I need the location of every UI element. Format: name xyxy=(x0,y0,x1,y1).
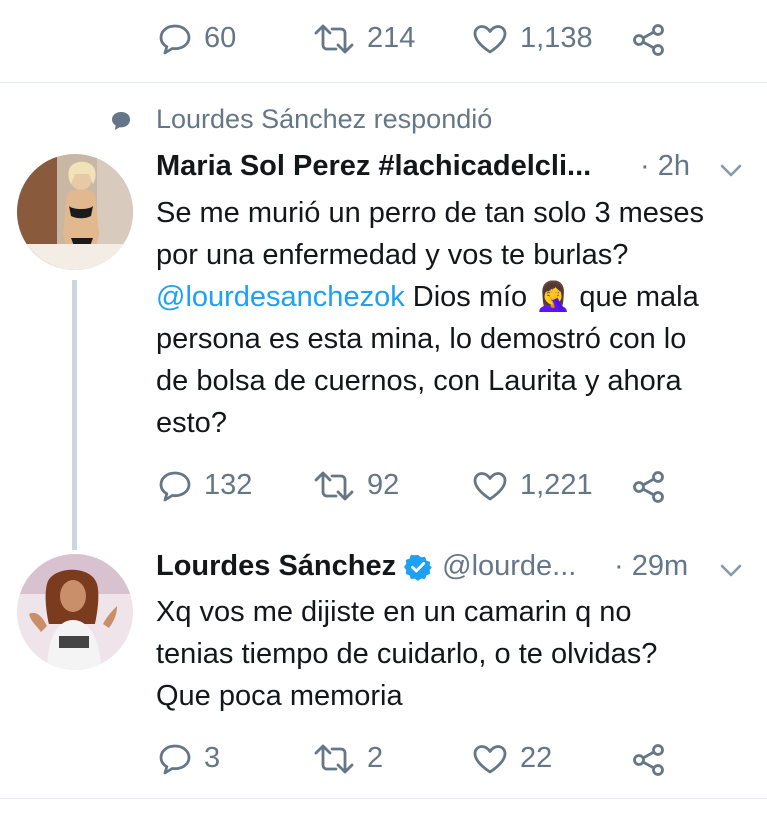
tweet-text: Se me murió un perro de tan solo 3 meses… xyxy=(156,192,716,444)
avatar[interactable] xyxy=(17,154,133,270)
like-count: 1,138 xyxy=(520,22,593,54)
share-icon xyxy=(633,744,664,776)
retweet-count: 2 xyxy=(367,742,384,774)
avatar[interactable] xyxy=(17,554,133,670)
reply-button[interactable]: 132 xyxy=(158,469,252,502)
share-icon xyxy=(633,471,664,503)
heart-icon xyxy=(473,471,507,500)
reply-icon xyxy=(159,24,191,54)
share-button[interactable] xyxy=(632,744,666,776)
author-name[interactable]: Maria Sol Perez #lachicadelcli... xyxy=(156,150,591,183)
like-button[interactable]: 22 xyxy=(472,742,552,775)
tweet-divider xyxy=(0,82,767,83)
reply-button[interactable]: 60 xyxy=(158,22,236,55)
tweet-time[interactable]: · 2h xyxy=(640,150,690,183)
retweet-icon xyxy=(314,24,354,53)
reply-count: 132 xyxy=(204,469,253,501)
chevron-down-icon[interactable] xyxy=(720,164,742,178)
retweet-icon xyxy=(314,744,354,773)
like-button[interactable]: 1,138 xyxy=(472,22,593,55)
chevron-down-icon[interactable] xyxy=(720,564,742,578)
like-button[interactable]: 1,221 xyxy=(472,469,593,502)
reply-count: 60 xyxy=(204,22,237,54)
reply-button[interactable]: 3 xyxy=(158,742,220,775)
share-icon xyxy=(633,24,664,56)
retweet-count: 214 xyxy=(367,22,416,54)
reply-icon xyxy=(159,471,191,501)
heart-icon xyxy=(473,744,507,773)
author-name[interactable]: Lourdes Sánchez xyxy=(156,550,396,583)
retweet-button[interactable]: 214 xyxy=(313,22,415,55)
social-context: Lourdes Sánchez respondió xyxy=(156,104,493,134)
heart-icon xyxy=(473,24,507,53)
avatar-image xyxy=(17,554,133,670)
thread-line xyxy=(72,280,77,550)
retweet-count: 92 xyxy=(367,469,400,501)
share-button[interactable] xyxy=(632,471,666,503)
like-count: 1,221 xyxy=(520,469,593,501)
tweet-header: Lourdes Sánchez @lourde... xyxy=(156,550,576,583)
share-button[interactable] xyxy=(632,24,666,56)
tweet-time[interactable]: · 29m xyxy=(614,550,688,583)
avatar-image xyxy=(17,154,133,270)
mention-link[interactable]: @lourdesanchezok xyxy=(156,281,405,313)
retweet-icon xyxy=(314,471,354,500)
verified-badge-icon xyxy=(404,554,433,581)
retweet-button[interactable]: 92 xyxy=(313,469,399,502)
author-handle[interactable]: @lourde... xyxy=(442,550,576,583)
tweet-text-part: Se me murió un perro de tan solo 3 meses… xyxy=(156,197,705,271)
speech-bubble-icon xyxy=(112,112,130,130)
like-count: 22 xyxy=(520,742,553,774)
tweet-text: Xq vos me dijiste en un camarin q no ten… xyxy=(156,596,658,712)
tweet-divider xyxy=(0,798,767,799)
reply-count: 3 xyxy=(204,742,221,774)
retweet-button[interactable]: 2 xyxy=(313,742,383,775)
reply-icon xyxy=(159,744,191,774)
